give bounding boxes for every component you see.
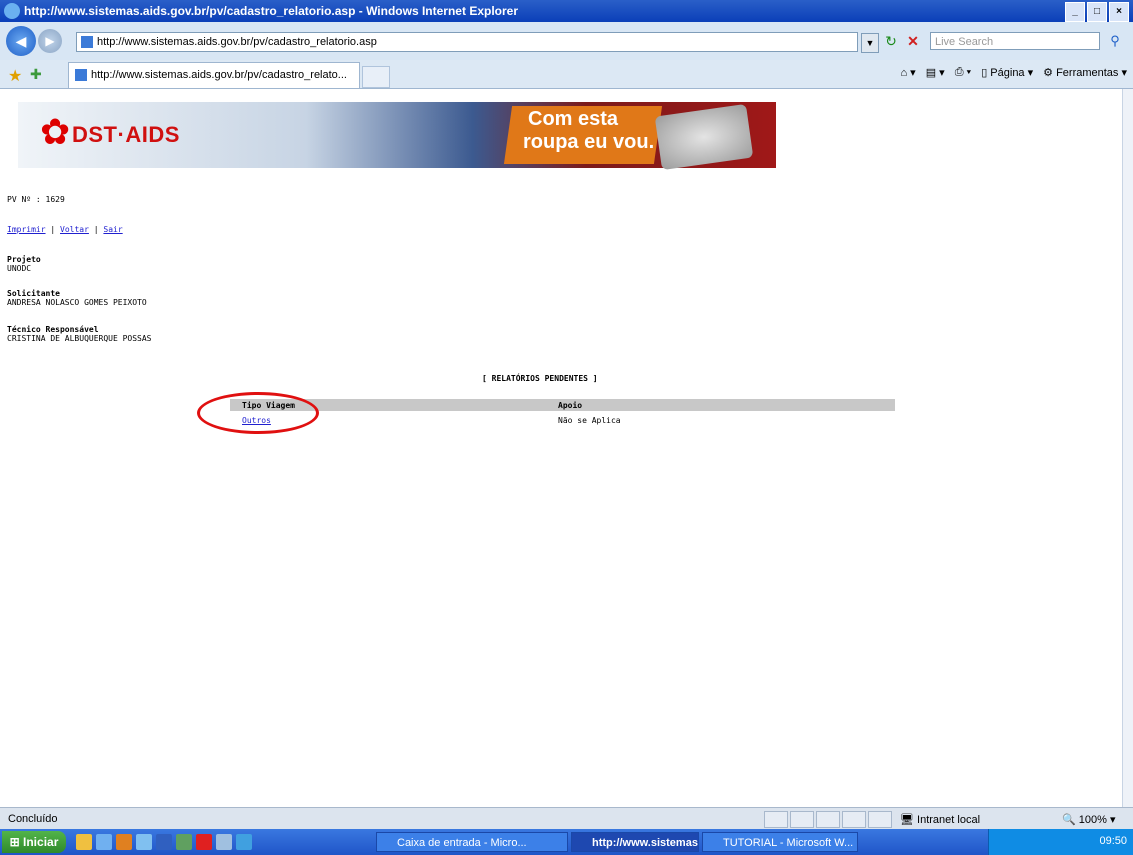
condom-package-image [654, 103, 754, 171]
window-titlebar: http://www.sistemas.aids.gov.br/pv/cadas… [0, 0, 1133, 22]
page-menu[interactable]: ▯ Página ▾ [981, 66, 1033, 79]
link-separator: | [50, 225, 56, 234]
highlight-circle [197, 392, 319, 434]
stop-button[interactable]: ✕ [904, 32, 922, 50]
quick-launch [76, 834, 252, 850]
favorites-star-icon[interactable]: ★ [8, 66, 22, 86]
quicklaunch-icon[interactable] [96, 834, 112, 850]
taskbar-button-ie[interactable]: http://www.sistemas.... [571, 832, 699, 852]
security-zone-label: Intranet local [917, 814, 981, 826]
tools-menu-label: Ferramentas [1056, 67, 1119, 79]
refresh-button[interactable]: ↻ [882, 32, 900, 50]
home-icon[interactable]: ⌂ ▾ [900, 66, 915, 79]
action-links: Imprimir | Voltar | Sair [7, 225, 123, 234]
tab-label: http://www.sistemas.aids.gov.br/pv/cadas… [91, 69, 347, 81]
apoio-value: Não se Aplica [558, 416, 621, 425]
address-dropdown-icon[interactable]: ▼ [861, 33, 879, 53]
taskbar-button-word[interactable]: TUTORIAL - Microsoft W... [702, 832, 858, 852]
projeto-label: Projeto [7, 255, 41, 264]
tab-current[interactable]: http://www.sistemas.aids.gov.br/pv/cadas… [68, 62, 360, 88]
clock: 09:50 [1099, 835, 1127, 847]
tab-bar: ★ ✚ http://www.sistemas.aids.gov.br/pv/c… [0, 60, 1133, 89]
quicklaunch-icon[interactable] [136, 834, 152, 850]
link-separator: | [93, 225, 99, 234]
new-tab-button[interactable] [362, 66, 390, 88]
quicklaunch-icon[interactable] [176, 834, 192, 850]
status-text: Concluído [8, 813, 58, 825]
search-icon[interactable]: ⚲ [1106, 32, 1124, 50]
solicitante-label: Solicitante [7, 289, 60, 298]
slogan-line-1: Com esta [528, 108, 619, 130]
taskbar-button-outlook[interactable]: Caixa de entrada - Micro... [376, 832, 568, 852]
print-icon[interactable]: ⎙ ▾ [955, 66, 971, 79]
print-link[interactable]: Imprimir [7, 225, 46, 234]
security-zone: 🖥 Intranet local [900, 814, 981, 826]
page-menu-label: Página [990, 67, 1025, 79]
section-title: [ RELATÓRIOS PENDENTES ] [482, 374, 598, 383]
close-button[interactable]: × [1109, 2, 1129, 22]
site-banner: ✿ DST·AIDS Com esta roupa eu vou. [18, 102, 776, 171]
status-panes [764, 811, 892, 828]
window-title: http://www.sistemas.aids.gov.br/pv/cadas… [24, 4, 518, 18]
tools-menu[interactable]: ⚙ Ferramentas ▾ [1043, 66, 1127, 79]
site-logo: DST·AIDS [72, 122, 180, 147]
window-controls: _ □ × [1065, 2, 1129, 22]
add-favorites-icon[interactable]: ✚ [30, 66, 42, 83]
feeds-icon[interactable]: ▤ ▾ [926, 66, 945, 79]
page-icon [81, 36, 93, 48]
address-text: http://www.sistemas.aids.gov.br/pv/cadas… [97, 36, 377, 48]
quicklaunch-icon[interactable] [156, 834, 172, 850]
exit-link[interactable]: Sair [103, 225, 122, 234]
vertical-scrollbar[interactable] [1122, 89, 1133, 807]
page-content: ✿ DST·AIDS Com esta roupa eu vou. PV Nº … [0, 89, 1123, 807]
tecnico-label: Técnico Responsável [7, 325, 99, 334]
quicklaunch-icon[interactable] [216, 834, 232, 850]
projeto-value: UNODC [7, 264, 32, 273]
quicklaunch-icon[interactable] [196, 834, 212, 850]
quicklaunch-icon[interactable] [116, 834, 132, 850]
zoom-value: 100% [1078, 814, 1107, 826]
start-label: Iniciar [23, 835, 59, 849]
forward-button[interactable]: ▶ [38, 29, 62, 53]
pv-number: PV Nº : 1629 [7, 195, 65, 204]
quicklaunch-icon[interactable] [76, 834, 92, 850]
column-header-apoio: Apoio [558, 401, 583, 410]
status-bar: Concluído 🖥 Intranet local 🔍 100% ▾ [0, 807, 1133, 830]
quicklaunch-icon[interactable] [236, 834, 252, 850]
aids-ribbon-icon: ✿ [40, 111, 71, 152]
minimize-button[interactable]: _ [1065, 2, 1085, 22]
solicitante-value: ANDRESA NOLASCO GOMES PEIXOTO [7, 298, 147, 307]
maximize-button[interactable]: □ [1087, 2, 1107, 22]
navigation-bar: ◀ ▶ http://www.sistemas.aids.gov.br/pv/c… [0, 22, 1133, 61]
address-bar[interactable]: http://www.sistemas.aids.gov.br/pv/cadas… [76, 32, 879, 53]
taskbar: ⊞ Iniciar Caixa de entrada - Micro... ht… [0, 829, 1133, 855]
tecnico-value: CRISTINA DE ALBUQUERQUE POSSAS [7, 334, 152, 343]
slogan-line-2: roupa eu vou. [523, 131, 655, 153]
command-bar: ⌂ ▾ ▤ ▾ ⎙ ▾ ▯ Página ▾ ⚙ Ferramentas ▾ [900, 66, 1127, 79]
ie-logo-icon [4, 3, 20, 19]
system-tray: 09:50 [988, 829, 1133, 855]
tab-page-icon [75, 69, 87, 82]
back-button[interactable]: ◀ [6, 26, 36, 56]
back-link[interactable]: Voltar [60, 225, 89, 234]
zoom-level[interactable]: 🔍 100% ▾ [1062, 813, 1115, 826]
search-input[interactable]: Live Search [930, 32, 1100, 50]
start-button[interactable]: ⊞ Iniciar [2, 831, 66, 853]
